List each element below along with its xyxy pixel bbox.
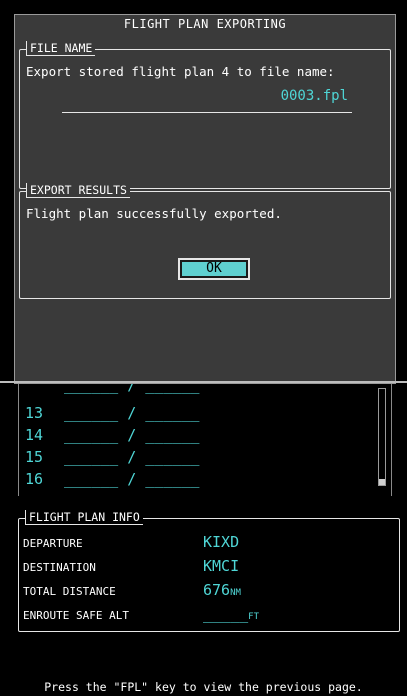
departure-value: KIXD [203, 533, 240, 551]
waypoint-number: 14 [25, 426, 44, 444]
waypoint-value: ______ / ______ [64, 404, 200, 422]
file-name-group-title: FILE NAME [26, 41, 96, 56]
waypoint-number: 16 [25, 470, 44, 488]
info-row-total-distance: TOTAL DISTANCE 676NM [19, 581, 399, 603]
waypoint-value: ______ / ______ [64, 470, 200, 488]
waypoint-number: 13 [25, 404, 44, 422]
waypoint-partial-value: ______ / ______ [64, 384, 200, 394]
destination-value: KMCI [203, 557, 240, 575]
total-distance-label: TOTAL DISTANCE [23, 585, 116, 598]
waypoint-scrollbar[interactable] [378, 388, 386, 486]
enroute-safe-alt-unit: FT [248, 612, 259, 622]
enroute-safe-alt-value: _____FT [203, 605, 259, 623]
ok-button[interactable]: OK [178, 258, 250, 280]
waypoint-number: 15 [25, 448, 44, 466]
export-prompt: Export stored flight plan 4 to file name… [26, 64, 335, 79]
dialog-title: FLIGHT PLAN EXPORTING [123, 17, 287, 31]
export-result-message: Flight plan successfully exported. [26, 206, 282, 221]
ok-button-label: OK [182, 262, 246, 276]
total-distance-value: 676NM [203, 581, 241, 599]
total-distance-unit: NM [230, 588, 241, 598]
info-row-departure: DEPARTURE KIXD [19, 533, 399, 555]
waypoint-list[interactable]: ______ / ______ 13 ______ / ______ 14 __… [18, 384, 392, 496]
info-row-destination: DESTINATION KMCI [19, 557, 399, 579]
waypoint-value: ______ / ______ [64, 448, 200, 466]
enroute-safe-alt-label: ENROUTE SAFE ALT [23, 609, 129, 622]
file-name-field[interactable]: 0003.fpl [62, 86, 352, 113]
flight-plan-info-group: FLIGHT PLAN INFO DEPARTURE KIXD DESTINAT… [18, 510, 400, 632]
destination-label: DESTINATION [23, 561, 96, 574]
flight-plan-info-title: FLIGHT PLAN INFO [25, 510, 143, 525]
footer-hint: Press the "FPL" key to view the previous… [44, 680, 363, 694]
scrollbar-thumb[interactable] [379, 479, 385, 485]
export-dialog: FLIGHT PLAN EXPORTING FILE NAME Export s… [14, 14, 396, 384]
file-name-group: FILE NAME Export stored flight plan 4 to… [19, 41, 391, 189]
panel-divider [0, 381, 407, 383]
file-name-value: 0003.fpl [280, 88, 348, 104]
info-row-enroute-safe-alt: ENROUTE SAFE ALT _____FT [19, 605, 399, 627]
waypoint-value: ______ / ______ [64, 426, 200, 444]
export-results-group-title: EXPORT RESULTS [26, 183, 130, 198]
export-results-group: EXPORT RESULTS Flight plan successfully … [19, 183, 391, 299]
departure-label: DEPARTURE [23, 537, 83, 550]
